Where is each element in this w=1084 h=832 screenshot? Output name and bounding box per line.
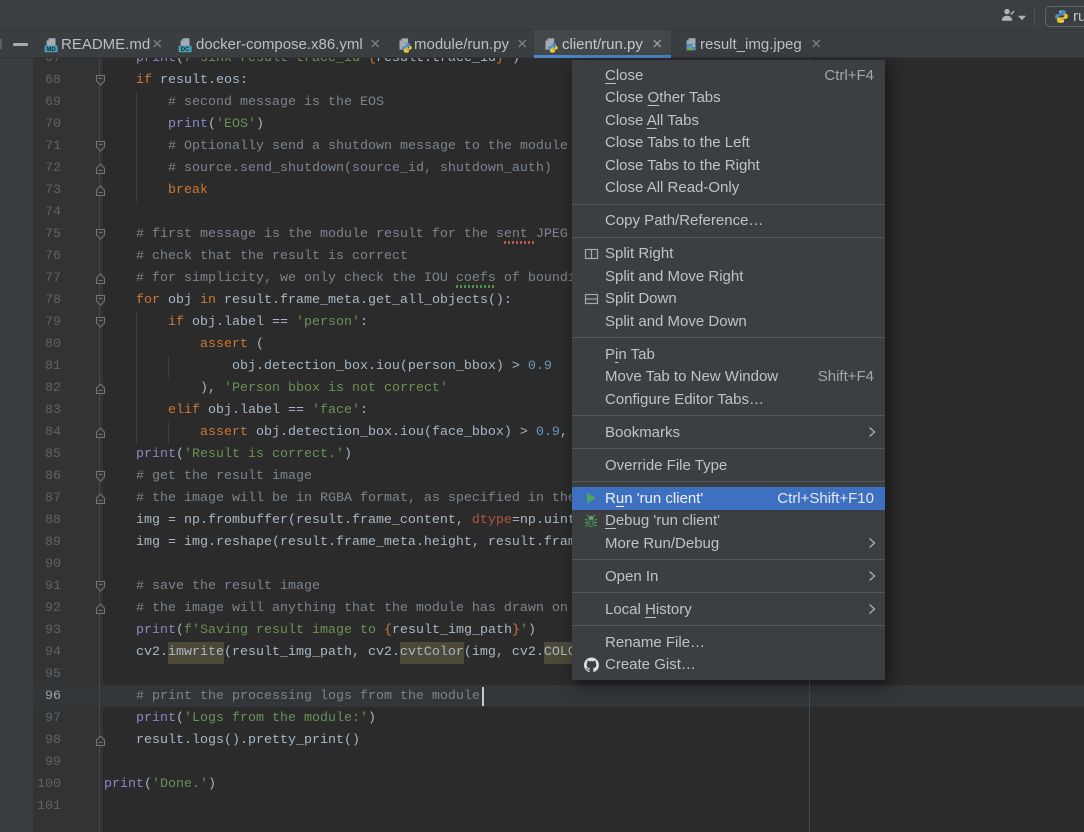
svg-text:MD: MD	[46, 46, 56, 52]
svg-text:DC: DC	[181, 46, 190, 52]
